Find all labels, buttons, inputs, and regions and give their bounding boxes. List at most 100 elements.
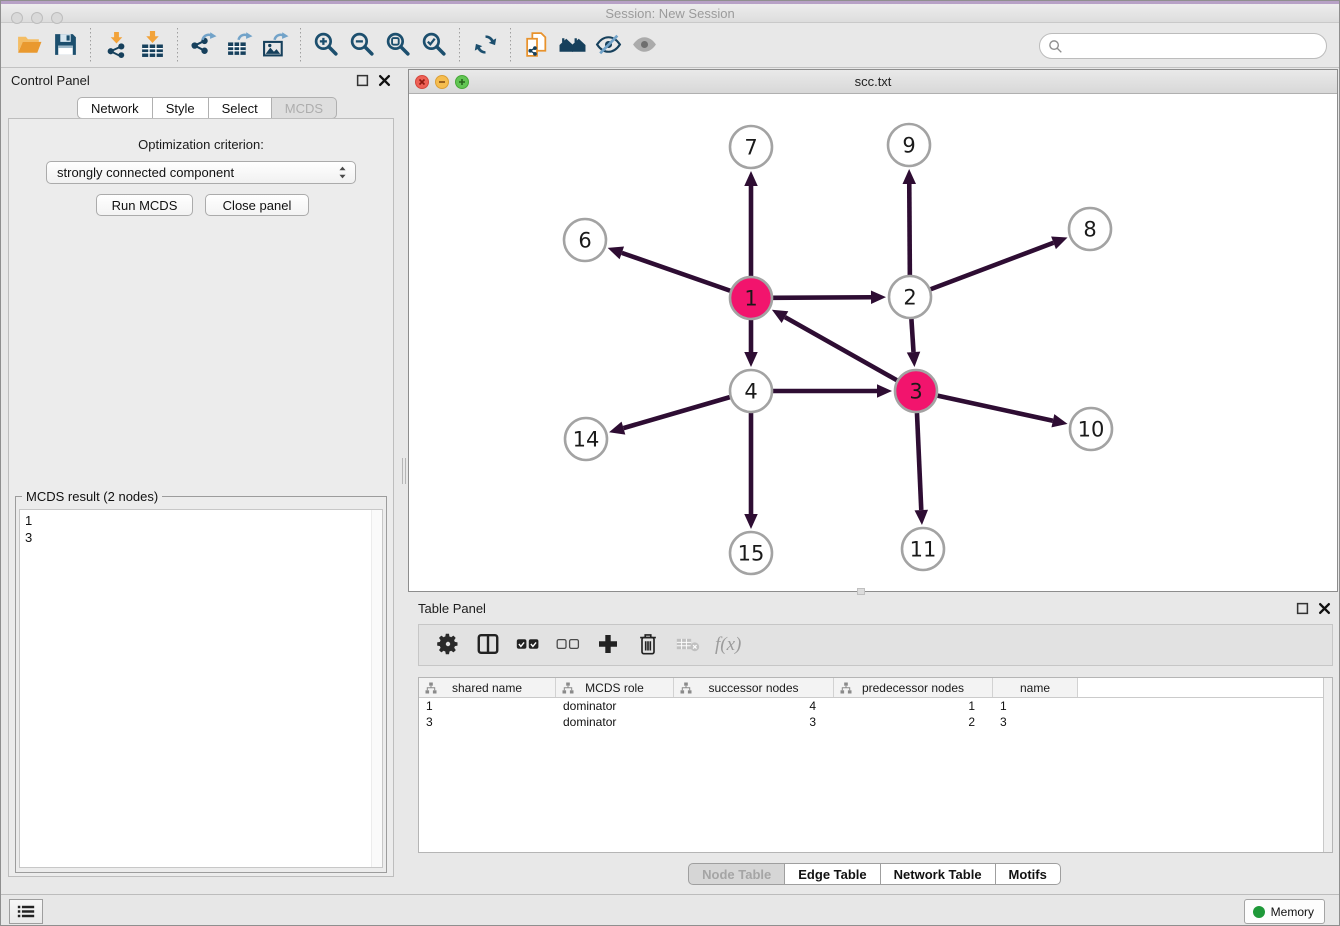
graph-edge-2-9[interactable] [903,169,916,275]
graph-edge-1-6[interactable] [608,246,731,290]
graph-node-11[interactable]: 11 [902,528,944,570]
titlebar[interactable]: Session: New Session [1,4,1339,23]
new-network-from-selection-button[interactable] [518,29,554,63]
table-row[interactable]: 1dominator411 [419,698,1332,714]
show-all-button[interactable] [626,29,662,63]
node-label: 7 [744,136,757,160]
zoom-traffic-icon[interactable] [455,75,469,89]
delete-table-button[interactable] [671,629,705,661]
open-folder-button[interactable] [11,29,47,63]
first-neighbors-button[interactable] [554,29,590,63]
tab-network[interactable]: Network [77,97,153,119]
graph-node-15[interactable]: 15 [730,532,772,574]
optimization-criterion-select[interactable]: strongly connected component [46,161,356,184]
zoom-selected-button[interactable] [416,29,452,63]
result-scrollbar[interactable] [371,510,382,867]
column-header-mcds-role[interactable]: MCDS role [556,678,674,697]
graph-node-10[interactable]: 10 [1070,408,1112,450]
graph-edge-4-3[interactable] [773,384,892,398]
graph-node-6[interactable]: 6 [564,219,606,261]
zoom-in-icon [313,31,340,61]
horizontal-splitter-grip[interactable] [857,588,865,595]
float-panel-icon[interactable] [1296,602,1309,615]
graph-node-3[interactable]: 3 [895,370,937,412]
column-view-button[interactable] [471,629,505,661]
tab-edge-table[interactable]: Edge Table [785,863,880,885]
deselect-all-button[interactable] [551,629,585,661]
search-icon [1048,39,1063,54]
close-panel-icon[interactable] [1318,602,1331,615]
network-canvas[interactable]: 7 9 6 8 1 2 4 3 14 10 15 11 [409,94,1337,591]
control-panel-title: Control Panel [11,73,90,88]
graph-node-2[interactable]: 2 [889,276,931,318]
column-header-name[interactable]: name [993,678,1078,697]
import-table-button[interactable] [134,29,170,63]
run-mcds-button[interactable]: Run MCDS [96,194,193,216]
zoom-in-button[interactable] [308,29,344,63]
graph-edge-4-14[interactable] [609,397,730,434]
tab-node-table[interactable]: Node Table [688,863,785,885]
zoom-fit-button[interactable] [380,29,416,63]
graph-edge-3-1[interactable] [772,310,897,380]
refresh-button[interactable] [467,29,503,63]
import-network-button[interactable] [98,29,134,63]
table-row[interactable]: 3dominator323 [419,714,1332,730]
refresh-icon [472,31,499,61]
gear-button[interactable] [431,629,465,661]
function-builder-button[interactable]: f(x) [711,634,741,656]
float-panel-icon[interactable] [356,74,369,87]
graph-edge-3-10[interactable] [937,396,1067,428]
export-image-button[interactable] [257,29,293,63]
network-window-titlebar[interactable]: scc.txt [409,70,1337,94]
column-header-predecessor-nodes[interactable]: predecessor nodes [834,678,993,697]
toolbar-separator [90,28,91,64]
minimize-window-icon[interactable] [31,12,43,24]
graph-node-14[interactable]: 14 [565,418,607,460]
memory-button[interactable]: Memory [1244,899,1325,924]
close-traffic-icon[interactable] [415,75,429,89]
zoom-out-button[interactable] [344,29,380,63]
graph-edge-2-3[interactable] [907,319,920,367]
tab-select[interactable]: Select [209,97,272,119]
taskbar-list-button[interactable] [9,899,43,924]
column-header-successor-nodes[interactable]: successor nodes [674,678,834,697]
graph-edge-3-11[interactable] [915,413,928,525]
search-input[interactable] [1063,36,1326,56]
show-all-icon [631,31,658,61]
export-table-button[interactable] [221,29,257,63]
graph-node-8[interactable]: 8 [1069,208,1111,250]
tab-style[interactable]: Style [153,97,209,119]
graph-edge-1-4[interactable] [744,320,758,367]
graph-node-7[interactable]: 7 [730,126,772,168]
graph-node-9[interactable]: 9 [888,124,930,166]
graph-node-1[interactable]: 1 [730,277,772,319]
tab-mcds[interactable]: MCDS [272,97,337,119]
node-label: 6 [578,229,591,253]
select-all-button[interactable] [511,629,545,661]
close-window-icon[interactable] [11,12,23,24]
node-table[interactable]: shared nameMCDS rolesuccessor nodesprede… [418,677,1333,853]
graph-edge-1-2[interactable] [773,290,886,303]
tab-motifs[interactable]: Motifs [996,863,1061,885]
column-header-shared-name[interactable]: shared name [419,678,556,697]
add-button[interactable] [591,629,625,661]
result-item[interactable]: 1 [25,512,382,529]
result-item[interactable]: 3 [25,529,382,546]
search-box[interactable] [1039,33,1327,59]
delete-button[interactable] [631,629,665,661]
save-button[interactable] [47,29,83,63]
tab-network-table[interactable]: Network Table [881,863,996,885]
graph-edge-1-7[interactable] [744,171,758,276]
close-panel-icon[interactable] [378,74,391,87]
export-network-button[interactable] [185,29,221,63]
maximize-window-icon[interactable] [51,12,63,24]
graph-edge-2-8[interactable] [931,236,1068,289]
table-scrollbar[interactable] [1323,678,1332,852]
vertical-splitter[interactable] [401,68,408,894]
graph-node-4[interactable]: 4 [730,370,772,412]
hide-selected-button[interactable] [590,29,626,63]
graph-edge-4-15[interactable] [744,413,758,529]
mcds-result-list[interactable]: 13 [19,509,383,868]
close-panel-button[interactable]: Close panel [205,194,309,216]
minimize-traffic-icon[interactable] [435,75,449,89]
